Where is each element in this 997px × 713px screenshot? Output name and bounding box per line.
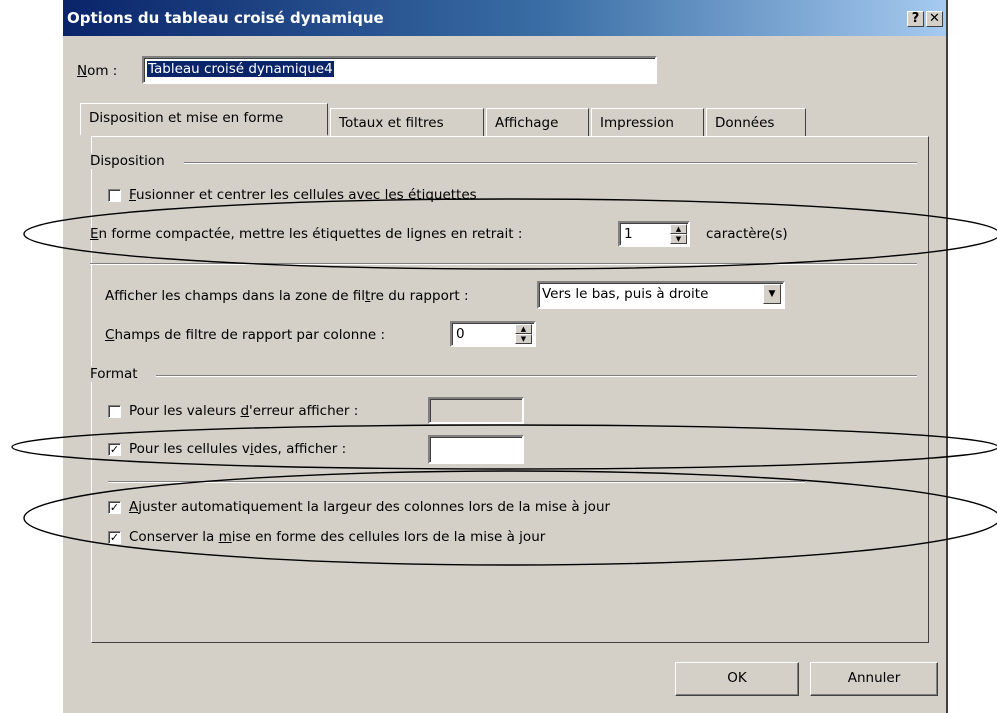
section-divider-1 [90, 263, 917, 265]
filter-per-column-spinner[interactable]: 0 ▲ ▼ [450, 321, 536, 347]
filter-per-column-spin: ▲ ▼ [515, 324, 532, 344]
error-values-field[interactable] [428, 397, 524, 424]
merge-center-label: Fusionner et centrer les cellules avec l… [129, 187, 477, 203]
pivot-options-dialog: Options du tableau croisé dynamique ? ✕ … [61, 0, 948, 713]
tab-totals-filters[interactable]: Totaux et filtres [330, 108, 484, 136]
compact-indent-label: En forme compactée, mettre les étiquette… [90, 226, 523, 242]
format-heading: Format [90, 366, 142, 382]
filter-per-column-value: 0 [456, 326, 465, 342]
error-values-checkbox[interactable] [108, 405, 121, 418]
filter-area-value: Vers le bas, puis à droite [542, 286, 709, 302]
ok-button[interactable]: OK [675, 662, 799, 696]
close-button[interactable]: ✕ [926, 11, 943, 27]
disposition-heading: Disposition [90, 153, 169, 169]
compact-indent-unit: caractère(s) [706, 226, 788, 242]
autofit-checkbox[interactable]: ✓ [108, 501, 121, 514]
preserve-format-label: Conserver la mise en forme des cellules … [129, 529, 546, 545]
tab-data[interactable]: Données [706, 108, 806, 136]
title-bar: Options du tableau croisé dynamique ? ✕ [63, 0, 946, 36]
spin-up-icon[interactable]: ▲ [515, 324, 532, 334]
preserve-format-checkbox[interactable]: ✓ [108, 531, 121, 544]
merge-center-checkbox[interactable] [108, 189, 121, 202]
name-field[interactable]: Tableau croisé dynamique4 [142, 56, 657, 84]
empty-cells-label: Pour les cellules vides, afficher : [129, 441, 347, 457]
spin-down-icon[interactable]: ▼ [515, 334, 532, 344]
error-values-label: Pour les valeurs d'erreur afficher : [129, 403, 359, 419]
spin-down-icon[interactable]: ▼ [670, 234, 687, 244]
tab-disposition[interactable]: Disposition et mise en forme [80, 103, 328, 136]
format-divider [156, 375, 917, 377]
empty-cells-field[interactable] [428, 435, 524, 464]
chevron-down-icon[interactable]: ▼ [763, 284, 781, 304]
autofit-label: Ajuster automatiquement la largeur des c… [129, 499, 611, 515]
disposition-divider [184, 162, 917, 164]
name-value: Tableau croisé dynamique4 [147, 61, 334, 77]
compact-indent-spinner[interactable]: 1 ▲ ▼ [618, 221, 690, 247]
tab-printing[interactable]: Impression [591, 108, 704, 136]
compact-indent-spin: ▲ ▼ [670, 224, 687, 244]
dialog-title: Options du tableau croisé dynamique [67, 9, 384, 27]
tab-panel [91, 136, 929, 643]
help-button[interactable]: ? [907, 11, 924, 27]
name-label: Nom : [77, 63, 118, 79]
tab-display[interactable]: Affichage [486, 108, 589, 136]
spin-up-icon[interactable]: ▲ [670, 224, 687, 234]
compact-indent-value: 1 [624, 226, 633, 242]
filter-per-column-label: Champs de filtre de rapport par colonne … [105, 327, 386, 343]
cancel-button[interactable]: Annuler [810, 662, 938, 696]
filter-area-label: Afficher les champs dans la zone de filt… [105, 288, 469, 304]
empty-cells-checkbox[interactable]: ✓ [108, 443, 121, 456]
section-divider-2 [108, 481, 805, 483]
filter-area-select[interactable]: Vers le bas, puis à droite ▼ [537, 281, 785, 309]
